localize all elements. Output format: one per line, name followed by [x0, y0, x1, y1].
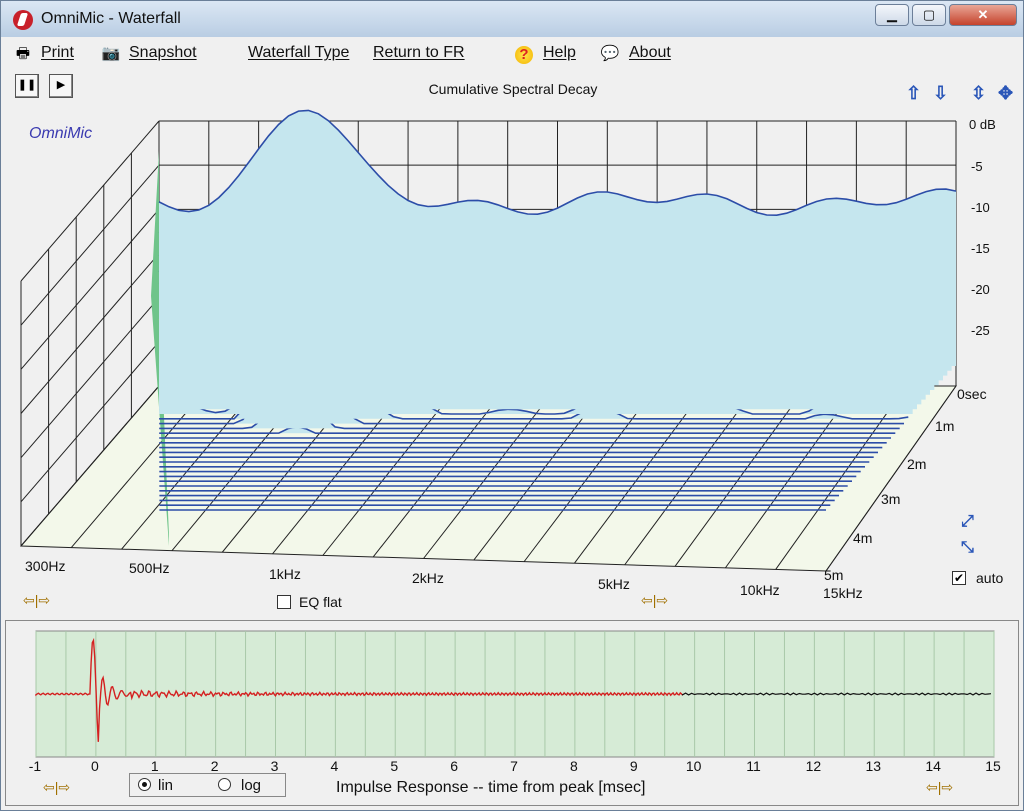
freq-tick: 300Hz — [25, 558, 66, 574]
impulse-x-tick: 2 — [210, 758, 219, 774]
maximize-button[interactable]: ▢ — [912, 4, 946, 26]
imp-scroll-left-arrows[interactable]: ⇦|⇨ — [43, 779, 70, 796]
grid-line — [20, 120, 160, 282]
waterfall-title: Cumulative Spectral Decay — [428, 81, 598, 97]
log-radio[interactable] — [218, 778, 231, 791]
grid-line — [20, 164, 160, 326]
db-tick: 0 dB — [969, 117, 996, 132]
impulse-x-tick: 6 — [450, 758, 459, 774]
imp-scroll-right-arrows[interactable]: ⇦|⇨ — [926, 779, 953, 796]
grid-line — [20, 209, 160, 370]
close-button[interactable]: ✕ — [949, 4, 1017, 26]
db-tick: -25 — [971, 323, 990, 338]
title-bar: OmniMic - Waterfall ▁ ▢ ✕ — [1, 1, 1023, 37]
impulse-title: Impulse Response -- time from peak [msec… — [336, 779, 646, 796]
impulse-x-tick: 7 — [510, 758, 518, 774]
impulse-x-tick: 14 — [925, 758, 941, 774]
time-tick: 3m — [881, 491, 901, 507]
freq-tick: 10kHz — [740, 582, 780, 598]
menu-snapshot[interactable]: Snapshot — [129, 44, 197, 62]
eq-flat-checkbox[interactable] — [277, 595, 291, 609]
auto-label: auto — [976, 570, 1004, 586]
brand-label: OmniMic — [29, 125, 93, 142]
freq-scroll-left-arrows[interactable]: ⇦|⇨ — [23, 592, 50, 609]
impulse-x-tick: -1 — [28, 758, 42, 774]
printer-icon[interactable]: 🖶 — [13, 45, 33, 63]
time-tick: 2m — [907, 456, 927, 472]
expand-arrow-icon[interactable]: ⤢ — [961, 513, 974, 531]
log-label: log — [241, 777, 262, 794]
time-tick: 5m — [824, 567, 844, 583]
menu-return-to-fr[interactable]: Return to FR — [373, 44, 465, 62]
app-window: OmniMic - Waterfall ▁ ▢ ✕ 🖶 Print 📷 Snap… — [0, 0, 1024, 811]
impulse-x-tick: 11 — [746, 758, 761, 774]
impulse-x-tick: 9 — [629, 758, 638, 774]
time-tick: 0sec — [957, 386, 987, 402]
menu-waterfall-type[interactable]: Waterfall Type — [248, 44, 349, 62]
impulse-x-tick: 0 — [90, 758, 99, 774]
waterfall-plot — [19, 109, 957, 572]
freq-tick: 15kHz — [823, 585, 863, 601]
freq-tick: 5kHz — [598, 576, 630, 592]
db-tick: -15 — [971, 241, 990, 256]
menu-help[interactable]: Help — [543, 44, 576, 62]
impulse-x-tick: 10 — [685, 758, 702, 774]
camera-icon[interactable]: 📷 — [101, 45, 121, 63]
speech-bubble-icon[interactable]: 💬 — [600, 45, 620, 63]
freq-tick: 1kHz — [269, 566, 301, 582]
eq-flat-label: EQ flat — [299, 594, 342, 610]
menu-print[interactable]: Print — [41, 44, 74, 62]
menu-about[interactable]: About — [629, 44, 671, 62]
grid-line — [20, 253, 160, 414]
window-title: OmniMic - Waterfall — [41, 10, 181, 27]
impulse-x-tick: 1 — [150, 758, 159, 774]
scale-radio-group — [129, 773, 286, 797]
help-icon[interactable]: ? — [515, 46, 533, 64]
db-tick: -20 — [971, 282, 990, 297]
db-tick: -5 — [971, 159, 983, 174]
impulse-x-tick: 8 — [569, 758, 578, 774]
lin-label: lin — [158, 777, 174, 794]
freq-tick: 500Hz — [129, 560, 170, 576]
freq-scroll-right-arrows[interactable]: ⇦|⇨ — [641, 592, 668, 609]
lin-radio[interactable] — [138, 778, 151, 791]
freq-tick: 2kHz — [412, 570, 444, 586]
auto-checkbox[interactable]: ✔ — [952, 571, 966, 585]
time-tick: 1m — [935, 418, 955, 434]
time-tick: 4m — [853, 530, 873, 546]
minimize-button[interactable]: ▁ — [875, 4, 909, 26]
impulse-x-tick: 12 — [805, 758, 822, 774]
menu-bar: 🖶 Print 📷 Snapshot Waterfall Type Return… — [1, 39, 1023, 69]
impulse-x-tick: 15 — [985, 758, 1001, 774]
impulse-x-tick: 5 — [390, 758, 399, 774]
shrink-arrow-icon[interactable]: ⤡ — [961, 539, 974, 557]
impulse-x-tick: 3 — [270, 758, 279, 774]
impulse-x-tick: 4 — [330, 758, 339, 774]
impulse-x-tick: 13 — [865, 758, 882, 774]
app-logo-icon — [13, 10, 33, 30]
db-tick: -10 — [971, 200, 990, 215]
